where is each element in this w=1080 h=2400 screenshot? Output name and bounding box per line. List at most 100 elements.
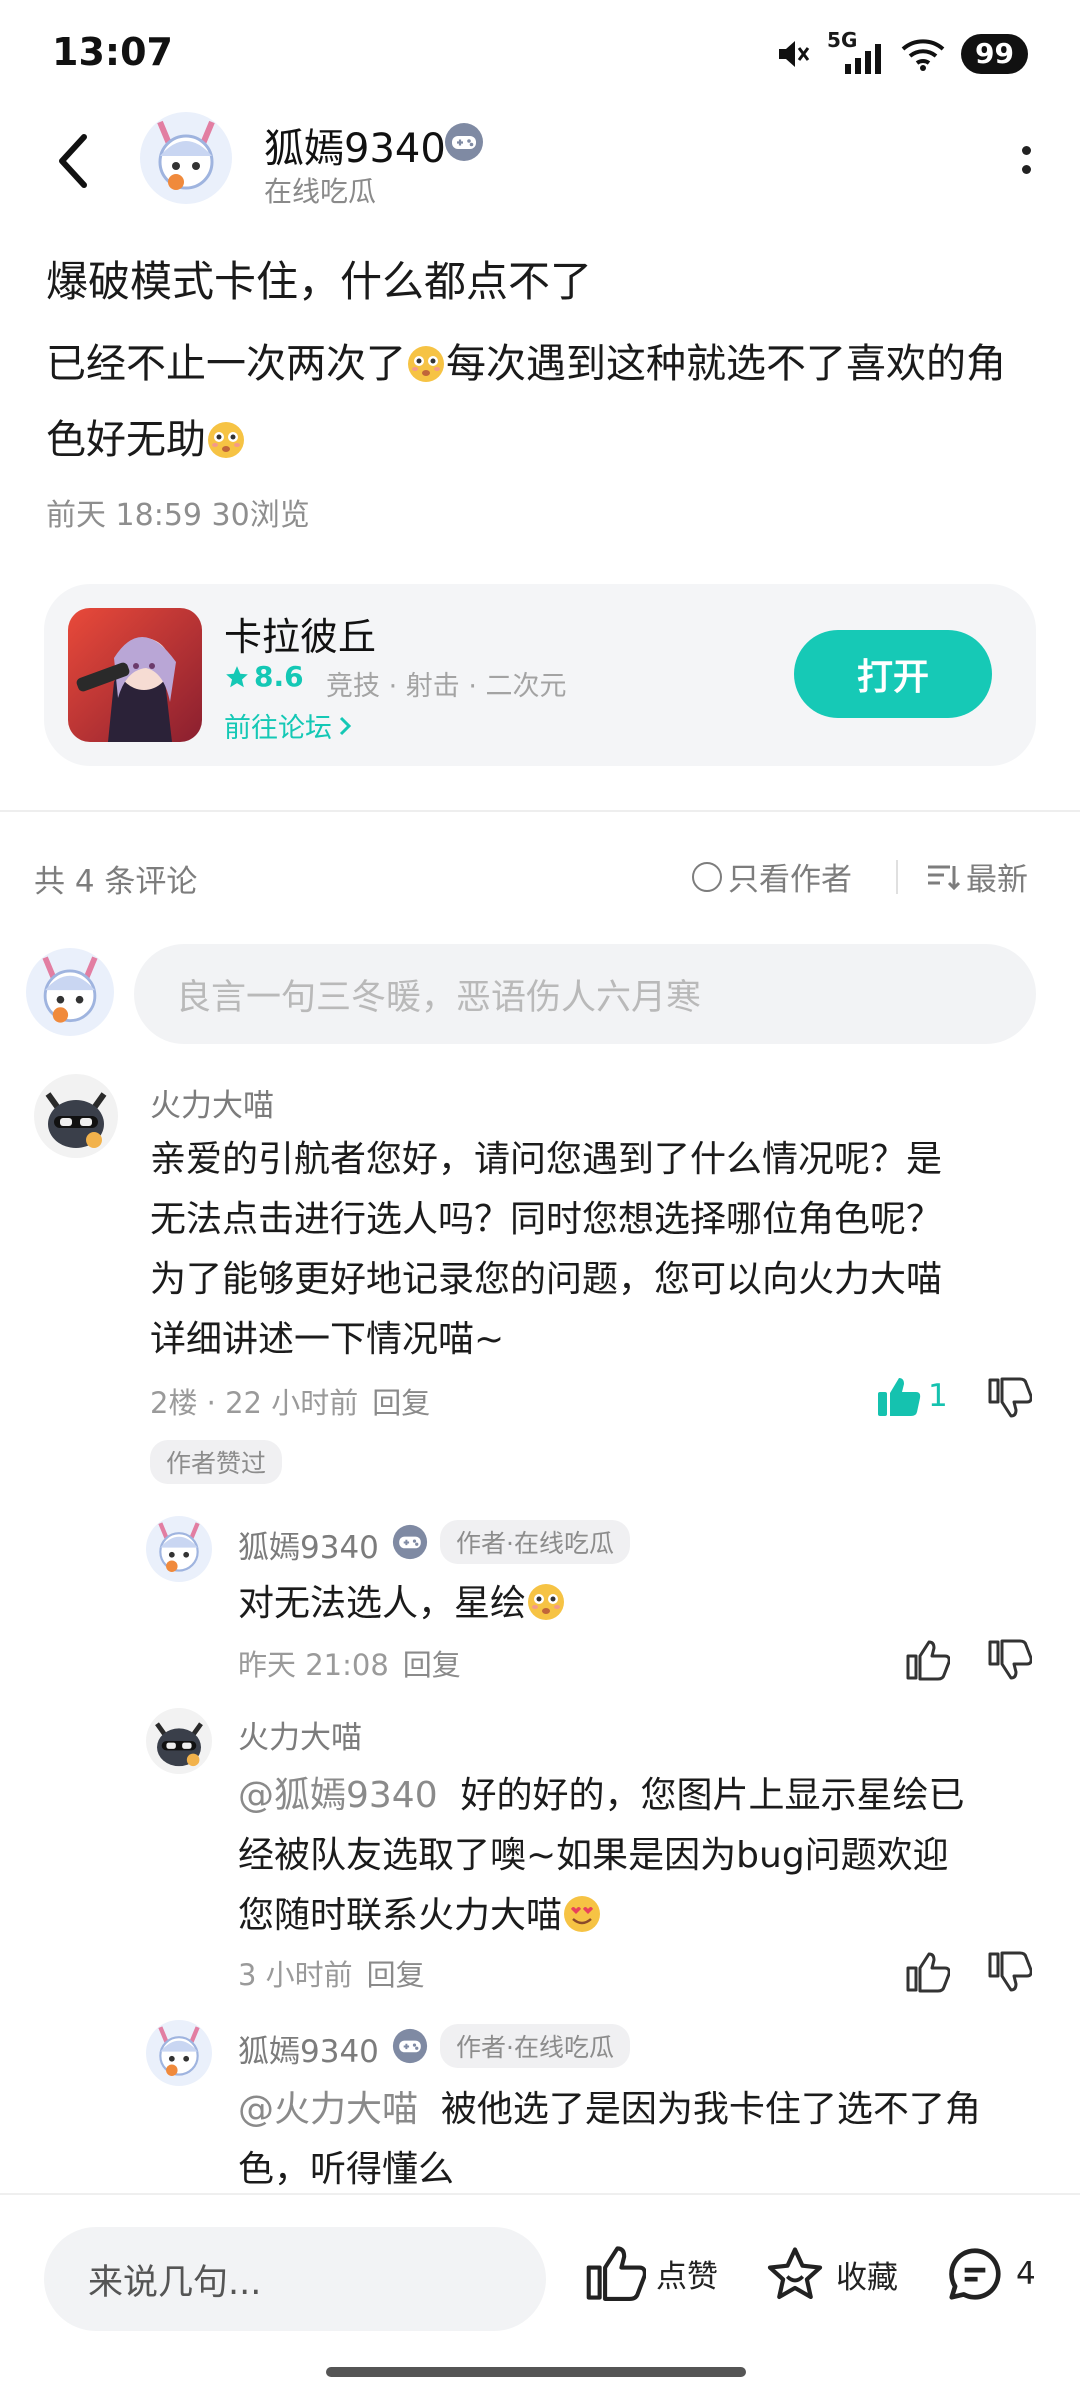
only-author-label: 只看作者: [728, 862, 852, 898]
comment-line: 为了能够更好地记录您的问题，您可以向火力大喵: [150, 1259, 943, 1300]
game-rating-value: 8.6: [254, 660, 304, 693]
reply-avatar[interactable]: [146, 2020, 212, 2086]
thumbs-up-icon: [906, 1952, 950, 1993]
battery-indicator: 99: [961, 34, 1028, 74]
star-outline-icon: [767, 2247, 823, 2300]
reply-avatar[interactable]: [146, 1708, 212, 1774]
reply-line: 好的好的，您图片上显示星绘已: [460, 1775, 965, 1816]
reply-time: 3 小时前: [238, 1958, 353, 1992]
status-icons: 5G 99: [775, 28, 1028, 78]
comment-composer: 良言一句三冬暖，恶语伤人六月寒: [0, 940, 1080, 1044]
sort-label: 最新: [966, 862, 1028, 898]
heart-eyes-emoji-icon: [564, 1896, 601, 1932]
commenter-name[interactable]: 火力大喵: [150, 1080, 274, 1125]
post-header: 狐嫣9340 在线吃瓜: [0, 100, 1080, 220]
author-avatar[interactable]: [140, 112, 232, 204]
reply-author-name[interactable]: 火力大喵: [238, 1712, 362, 1757]
toolbar-separator: [896, 860, 898, 894]
post-body-line1: 已经不止一次两次了: [46, 341, 406, 387]
comment-line: 无法点击进行选人吗？同时您想选择哪位角色呢？: [150, 1199, 943, 1240]
thumbs-down-icon: [988, 1639, 1032, 1680]
like-button[interactable]: [906, 1950, 950, 1994]
reply-meta: 昨天 21:08 回复: [238, 1642, 461, 1684]
reply-line: 对无法选人，星绘: [238, 1583, 527, 1624]
chevron-right-icon: [339, 716, 352, 735]
comment-input[interactable]: 良言一句三冬暖，恶语伤人六月寒: [134, 944, 1036, 1044]
game-name: 卡拉彼丘: [224, 615, 377, 659]
mention-link[interactable]: @狐嫣9340: [238, 1775, 438, 1816]
like-post-label: 点赞: [656, 2258, 718, 2295]
star-icon: [226, 665, 248, 687]
reply-time: 昨天 21:08: [238, 1648, 389, 1682]
reply-meta: 3 小时前 回复: [238, 1952, 425, 1994]
only-author-toggle[interactable]: 只看作者: [692, 854, 852, 899]
open-game-button[interactable]: 打开: [794, 630, 992, 718]
comments-button[interactable]: 4: [944, 2243, 1036, 2305]
post-body-line2: 色好无助: [46, 417, 206, 463]
reply-avatar[interactable]: [146, 1516, 212, 1582]
game-rating: 8.6: [224, 660, 304, 693]
author-name[interactable]: 狐嫣9340: [264, 116, 446, 174]
comment-meta: 2楼 · 22 小时前 回复: [150, 1380, 430, 1422]
author-status: 在线吃瓜: [264, 175, 377, 208]
reply-line: 被他选了是因为我卡住了选不了角: [440, 2089, 981, 2130]
my-avatar: [26, 948, 114, 1036]
like-button[interactable]: [906, 1638, 950, 1682]
reply-author-name[interactable]: 狐嫣9340: [238, 1522, 379, 1567]
sort-button[interactable]: 最新: [926, 854, 1028, 899]
status-bar: 13:07 5G 99: [0, 0, 1080, 100]
flushed-emoji-icon: [408, 346, 444, 382]
chat-bubble-icon: [949, 2248, 1001, 2300]
reply-button[interactable]: 回复: [403, 1648, 461, 1682]
commenter-avatar[interactable]: [34, 1074, 118, 1158]
flushed-emoji-icon: [528, 1584, 565, 1620]
reply-text: 对无法选人，星绘: [238, 1574, 1038, 1634]
thumbs-down-icon: [988, 1951, 1032, 1992]
gamepad-badge-icon: [445, 123, 483, 161]
mute-icon: [779, 41, 810, 67]
radio-icon: [692, 861, 722, 892]
more-options-button[interactable]: [1006, 136, 1046, 184]
game-card[interactable]: 卡拉彼丘 8.6 竞技 · 射击 · 二次元 前往论坛 打开: [44, 584, 1036, 766]
thumbs-up-filled-icon: [878, 1378, 921, 1416]
section-divider: [0, 810, 1080, 812]
gamepad-badge-icon: [392, 1524, 428, 1560]
wifi-icon: [901, 39, 945, 71]
game-forum-link[interactable]: 前往论坛: [224, 706, 352, 745]
game-icon: [68, 608, 202, 742]
flushed-emoji-icon: [208, 422, 244, 458]
like-button[interactable]: 1: [876, 1374, 948, 1418]
game-tags: 竞技 · 射击 · 二次元: [326, 671, 567, 702]
thumbs-up-icon: [586, 2246, 646, 2301]
comment-count: 4: [1016, 2256, 1036, 2292]
home-indicator[interactable]: [326, 2367, 746, 2377]
reply-button[interactable]: 回复: [372, 1386, 430, 1420]
more-dot-icon: [1021, 165, 1031, 174]
reply-line: 您随时联系火力大喵: [238, 1895, 563, 1936]
dislike-button[interactable]: [988, 1376, 1032, 1420]
post-title: 爆破模式卡住，什么都点不了: [46, 257, 593, 306]
favorite-label: 收藏: [836, 2259, 898, 2296]
game-forum-label: 前往论坛: [224, 713, 332, 744]
more-dot-icon: [1021, 146, 1031, 155]
comments-count: 共 4 条评论: [34, 864, 198, 900]
comments-toolbar: 共 4 条评论 只看作者 最新: [0, 848, 1080, 904]
author-liked-tag: 作者赞过: [150, 1440, 283, 1484]
favorite-button[interactable]: 收藏: [764, 2243, 898, 2305]
post-body-line1b: 每次遇到这种就选不了喜欢的角: [446, 341, 1006, 387]
sort-icon: [928, 865, 960, 890]
like-post-button[interactable]: 点赞: [586, 2243, 718, 2303]
bottom-comment-input[interactable]: 来说几句...: [44, 2227, 546, 2331]
mention-link[interactable]: @火力大喵: [238, 2089, 418, 2130]
reply-line: 经被队友选取了噢~如果是因为bug问题欢迎: [238, 1835, 949, 1876]
status-time: 13:07: [52, 30, 173, 74]
back-button[interactable]: [44, 126, 100, 196]
dislike-button[interactable]: [988, 1638, 1032, 1682]
like-count: 1: [928, 1378, 948, 1414]
thumbs-up-icon: [906, 1640, 950, 1681]
thumbs-down-icon: [988, 1377, 1032, 1418]
reply-button[interactable]: 回复: [367, 1958, 425, 1992]
dislike-button[interactable]: [988, 1950, 1032, 1994]
comment-floor-time: 2楼 · 22 小时前: [150, 1386, 359, 1420]
reply-author-name[interactable]: 狐嫣9340: [238, 2026, 379, 2071]
